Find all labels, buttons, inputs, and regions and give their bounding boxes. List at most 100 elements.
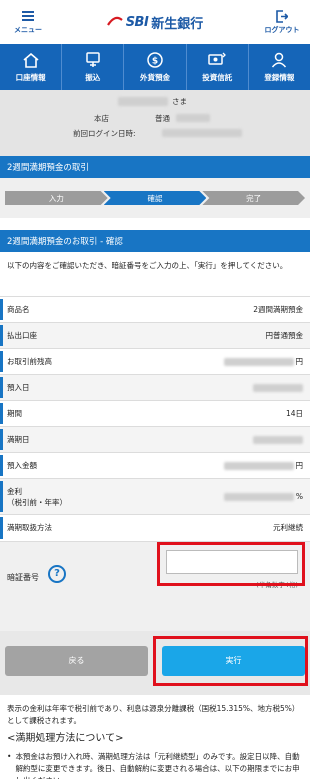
row-label: 預入金額 — [0, 452, 162, 479]
nav-label-fx-deposit: 外貨預金 — [140, 73, 170, 82]
nav-label-profile: 登録情報 — [264, 73, 295, 82]
profile-icon — [271, 51, 287, 69]
table-row: 満期取扱方法 元利継続 — [0, 514, 310, 541]
row-label-text: 預入金額 — [7, 461, 37, 470]
nav-item-investment[interactable]: 投資信託 — [187, 44, 249, 90]
row-value: 円 — [161, 348, 310, 375]
row-label-text: 金利 — [7, 486, 22, 496]
row-value-text: 円普通預金 — [265, 331, 304, 340]
transaction-table: 商品名 2週間満期預金 払出口座 円普通預金 お取引前残高円預入日 期間 14日 満期日 預入金… — [0, 296, 310, 541]
row-sublabel: （税引前・年率） — [7, 497, 67, 507]
row-value: 元利継続 — [161, 514, 310, 541]
hamburger-icon — [22, 9, 34, 23]
row-unit: 円 — [295, 461, 304, 470]
currency-icon: $ — [147, 51, 163, 69]
help-icon[interactable]: ? — [48, 564, 66, 583]
logout-button[interactable]: ログアウト — [262, 9, 302, 35]
execute-highlight — [153, 635, 308, 686]
row-label: お取引前残高 — [0, 348, 162, 375]
row-label-text: 満期日 — [7, 435, 30, 444]
instruction-text: 以下の内容をご確認いただき、暗証番号をご入力の上、「実行」を押してください。 — [7, 261, 288, 270]
table-row: お取引前残高 円 — [0, 348, 310, 375]
step-label: 入力 — [48, 193, 64, 203]
row-value: 14日 — [161, 400, 310, 427]
pin-section: 暗証番号 ? (半角数字4桁) — [0, 540, 310, 631]
row-label: 払出口座 — [0, 322, 162, 349]
svg-text:$: $ — [152, 57, 158, 67]
section-title: 2週間満期預金の取引 — [0, 156, 310, 178]
section-title-text: 2週間満期預金の取引 — [7, 163, 89, 173]
button-section: 戻る 実行 — [0, 630, 310, 695]
masked-last-login — [162, 129, 242, 137]
table-row: 預入日 — [0, 374, 310, 401]
pin-label: 暗証番号 — [7, 572, 39, 582]
row-unit: 円 — [295, 357, 304, 366]
row-value-text: 元利継続 — [273, 523, 303, 533]
user-info: さま 本店 普通 前回ログイン日時: — [0, 90, 310, 146]
row-value-text: 14日 — [285, 409, 303, 418]
nav-item-profile[interactable]: 登録情報 — [249, 44, 310, 90]
bank-logo: SBI 新生銀行 — [106, 13, 204, 32]
row-value — [161, 426, 310, 453]
spacer — [0, 218, 310, 230]
back-button[interactable]: 戻る — [5, 645, 148, 676]
investment-icon — [208, 51, 227, 69]
row-label-text: 払出口座 — [7, 331, 37, 340]
row-label-text: 期間 — [7, 409, 22, 418]
logout-label: ログアウト — [264, 26, 300, 34]
rate-note: 表示の金利は年率で税引前であり、利息は源泉分離課税（国税15.315%、地方税5… — [7, 703, 300, 725]
step-2: 確認 — [104, 191, 207, 205]
masked-value — [223, 358, 294, 366]
step-1: 入力 — [5, 191, 108, 205]
menu-label: メニュー — [14, 26, 42, 34]
bank-name: 新生銀行 — [151, 16, 204, 32]
table-row: 預入金額 円 — [0, 452, 310, 479]
masked-value — [253, 384, 303, 392]
masked-value — [253, 436, 303, 444]
top-bar: メニュー SBI 新生銀行 ログアウト — [0, 0, 310, 44]
nav-item-account[interactable]: 口座情報 — [0, 44, 63, 90]
row-label-text: 商品名 — [7, 305, 30, 314]
page: メニュー SBI 新生銀行 ログアウト 口座情報 振込 $ 外貨預金 投資信託 … — [0, 0, 310, 779]
branch-name: 本店 — [94, 114, 109, 123]
confirm-title: 2週間満期預金のお取引 - 確認 — [0, 230, 310, 252]
row-label: 満期日 — [0, 426, 162, 453]
masked-value — [223, 493, 294, 501]
row-value: % — [161, 478, 310, 515]
step-label: 完了 — [246, 193, 262, 203]
bullet-dot: • — [7, 751, 12, 761]
row-label: 金利 （税引前・年率） — [0, 478, 162, 515]
row-label-text: 満期取扱方法 — [7, 523, 52, 533]
row-label: 商品名 — [0, 296, 162, 323]
table-row: 期間 14日 — [0, 400, 310, 427]
nav-label-transfer: 振込 — [85, 73, 101, 82]
row-unit: % — [295, 492, 303, 501]
row-label: 預入日 — [0, 374, 162, 401]
row-label-text: 預入日 — [7, 383, 30, 392]
pin-highlight — [157, 541, 305, 586]
masked-value — [223, 462, 294, 470]
home-icon — [23, 51, 39, 69]
logo-swoosh-icon — [106, 16, 123, 26]
step-3: 完了 — [202, 191, 305, 205]
maturity-bullet: 本預金はお預け入れ時、満期処理方法は「元利継続型」のみです。設定日以降、自動解約… — [15, 751, 300, 779]
table-row: 払出口座 円普通預金 — [0, 322, 310, 349]
user-honorific: さま — [172, 97, 187, 106]
row-label: 満期取扱方法 — [0, 514, 162, 541]
nav-label-investment: 投資信託 — [202, 73, 233, 82]
row-value: 2週間満期預金 — [161, 296, 310, 323]
table-row: 商品名 2週間満期預金 — [0, 296, 310, 323]
menu-button[interactable]: メニュー — [8, 9, 48, 35]
account-type: 普通 — [155, 114, 170, 123]
transfer-icon — [85, 51, 101, 69]
main-nav: 口座情報 振込 $ 外貨預金 投資信託 登録情報 — [0, 44, 310, 90]
nav-item-transfer[interactable]: 振込 — [62, 44, 125, 90]
bullet-item: • 本預金はお預け入れ時、満期処理方法は「元利継続型」のみです。設定日以降、自動… — [7, 751, 303, 779]
nav-label-account: 口座情報 — [15, 73, 46, 82]
table-row: 金利 （税引前・年率）% — [0, 478, 310, 515]
nav-item-fx-deposit[interactable]: $ 外貨預金 — [124, 44, 187, 90]
logo-mark: SBI — [125, 14, 149, 30]
row-label-text: お取引前残高 — [7, 357, 52, 366]
spacer — [0, 146, 310, 156]
table-row: 満期日 — [0, 426, 310, 453]
